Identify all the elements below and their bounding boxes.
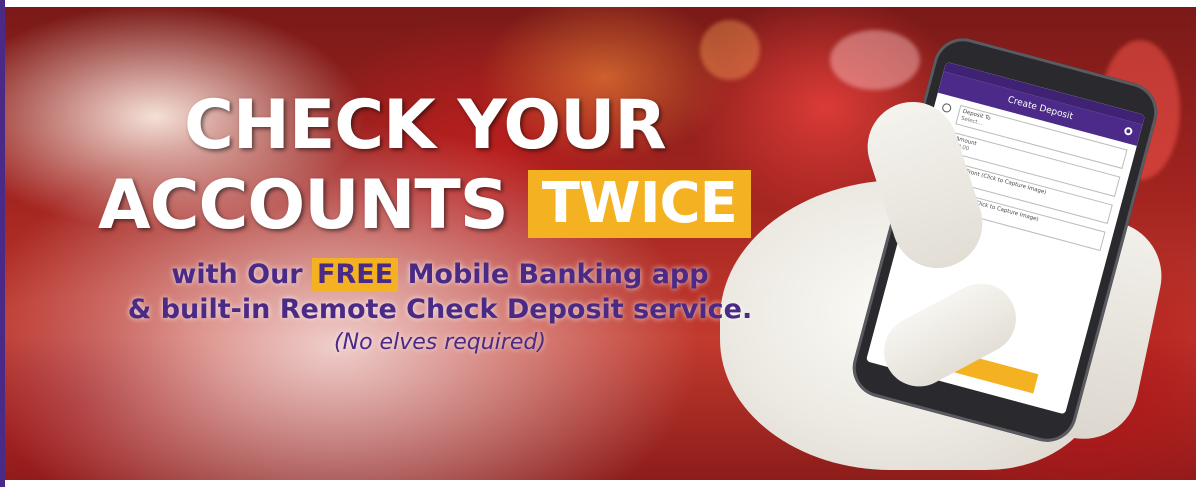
bokeh-light [700,20,760,80]
radio-icon [941,102,953,114]
subheadline-line-1: with Our FREE Mobile Banking app [90,258,790,292]
gear-icon [1123,126,1134,137]
bokeh-light [830,30,920,90]
frame-top [0,0,1199,7]
headline-accounts: ACCOUNTS [98,166,509,245]
free-highlight: FREE [312,258,399,292]
promo-banner[interactable]: Create Deposit Deposit To Select... Amou… [0,0,1199,487]
frame-bottom [0,480,1199,487]
subheadline-with-our: with Our [171,259,303,290]
headline-line-1: CHECK YOUR [184,86,667,165]
headline-twice-highlight: TWICE [527,170,751,238]
subheadline-mobile-banking: Mobile Banking app [407,259,709,290]
subheadline-line-3: (No elves required) [334,330,546,355]
frame-left-accent [0,0,5,487]
headline-line-2: ACCOUNTS TWICE [98,168,751,244]
subheadline: with Our FREE Mobile Banking app & built… [90,258,790,358]
subheadline-line-2: & built-in Remote Check Deposit service. [127,294,753,325]
